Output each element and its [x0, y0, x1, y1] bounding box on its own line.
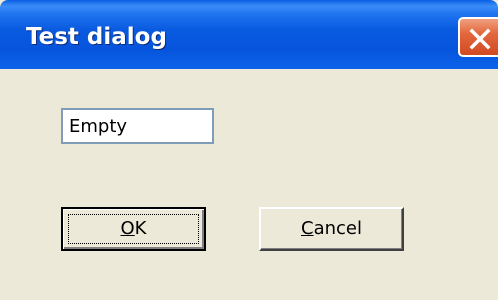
ok-button[interactable]: OK	[61, 207, 206, 251]
cancel-mnemonic: C	[301, 218, 314, 239]
cancel-label-rest: ancel	[313, 218, 362, 239]
dialog-window: Test dialog OK Cancel	[0, 0, 498, 300]
close-button[interactable]	[458, 17, 498, 57]
title-bar[interactable]: Test dialog	[0, 0, 498, 69]
close-x-icon	[469, 28, 491, 50]
ok-mnemonic: O	[120, 218, 135, 239]
text-input[interactable]	[61, 108, 214, 144]
dialog-title: Test dialog	[26, 24, 167, 50]
ok-label-rest: K	[134, 218, 147, 239]
dialog-body	[0, 69, 498, 300]
cancel-button[interactable]: Cancel	[259, 207, 404, 251]
